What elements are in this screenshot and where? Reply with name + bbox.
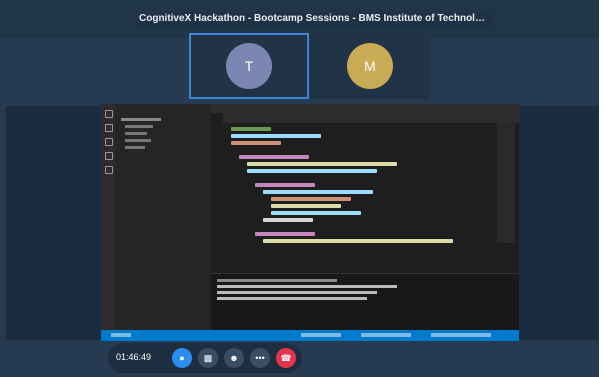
- avatar: M: [347, 43, 393, 89]
- line-gutter: [211, 123, 227, 273]
- chat-button[interactable]: ●: [172, 348, 192, 368]
- participant-tile-t[interactable]: T: [189, 33, 309, 99]
- participant-tile-m[interactable]: M: [310, 33, 430, 99]
- end-call-icon: ☎: [280, 352, 292, 363]
- source-control-icon: [105, 138, 113, 146]
- more-icon: •••: [255, 353, 265, 363]
- search-icon: [105, 124, 113, 132]
- people-button[interactable]: ☻: [224, 348, 244, 368]
- call-timer: 01:46:49: [116, 352, 152, 362]
- activity-bar: [101, 104, 115, 341]
- call-controls: 01:46:49 ● ▩ ☻ ••• ☎: [108, 343, 302, 373]
- explorer-icon: [105, 110, 113, 118]
- explorer-panel: [115, 104, 211, 330]
- minimap: [497, 123, 515, 243]
- editor-tabs: ​​​: [211, 113, 519, 123]
- more-button[interactable]: •••: [250, 348, 270, 368]
- terminal-panel: [211, 273, 519, 331]
- meeting-window: CognitiveX Hackathon - Bootcamp Sessions…: [0, 0, 599, 377]
- end-call-button[interactable]: ☎: [276, 348, 296, 368]
- status-bar: [101, 330, 519, 341]
- avatar: T: [226, 43, 272, 89]
- run-icon: [105, 152, 113, 160]
- code-lines: [231, 127, 491, 246]
- chart-icon: ▩: [203, 352, 213, 363]
- meeting-title: CognitiveX Hackathon - Bootcamp Sessions…: [137, 13, 491, 27]
- stats-button[interactable]: ▩: [198, 348, 218, 368]
- chat-icon: ●: [179, 353, 185, 363]
- page-margin: [599, 0, 605, 377]
- code-editor: [211, 123, 519, 273]
- extensions-icon: [105, 166, 113, 174]
- shared-screen-vscode: ​ ​​​: [101, 104, 519, 341]
- people-icon: ☻: [229, 353, 239, 363]
